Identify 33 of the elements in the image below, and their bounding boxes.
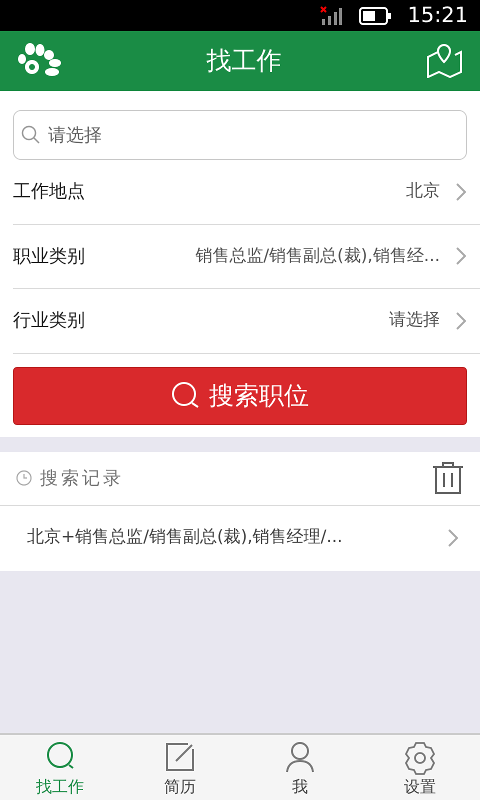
filter-row[interactable]: 行业类别 请选择 [13,289,480,354]
filter-value: 销售总监/销售副总(裁),销售经... [195,244,440,268]
page-title: 找工作 [206,45,282,78]
search-jobs-button[interactable]: 搜索职位 [13,366,467,424]
settings-icon [404,741,436,775]
chevron-icon [456,182,466,201]
person-icon [284,741,316,775]
clock-icon [16,470,32,486]
status-time: 15:21 [407,2,468,29]
history-item[interactable]: 北京+销售总监/销售副总(裁),销售经理/... [0,506,480,570]
tab[interactable]: 找工作 [0,735,120,800]
search-icon [21,125,41,145]
search-icon [171,380,201,410]
filter-row[interactable]: 职业类别 销售总监/销售副总(裁),销售经... [13,224,480,289]
filter-value: 北京 [406,180,440,203]
trash-icon[interactable] [432,461,464,495]
filter-label: 工作地点 [13,180,85,204]
battery-icon [359,6,392,24]
signal-icon [319,6,344,26]
flower-logo-icon[interactable] [18,43,62,79]
chevron-icon [448,529,458,547]
filter-label: 职业类别 [13,244,85,269]
chevron-icon [456,247,466,266]
search-field[interactable]: 请选择 [13,110,467,160]
tab[interactable]: 我 [240,735,360,800]
map-pin-icon[interactable] [426,44,462,78]
chevron-icon [456,312,466,330]
filter-label: 行业类别 [13,309,85,334]
filter-row[interactable]: 工作地点 北京 [13,160,480,224]
history-title: 搜索记录 [40,466,124,490]
tab[interactable]: 设置 [360,735,480,800]
tab[interactable]: 简历 [120,735,240,800]
filter-value: 请选择 [389,309,440,332]
